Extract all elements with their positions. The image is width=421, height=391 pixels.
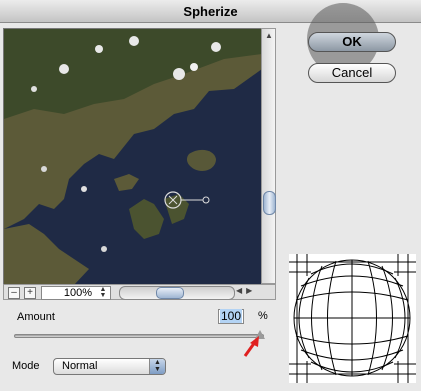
satellite-image <box>4 29 262 285</box>
spherize-grid-icon <box>289 254 416 383</box>
horizontal-scrollbar[interactable] <box>119 286 235 300</box>
red-arrow-icon <box>243 336 259 357</box>
ok-button[interactable]: OK <box>308 32 396 52</box>
amount-label: Amount <box>17 311 55 323</box>
spherize-grid-preview <box>289 254 416 383</box>
image-preview[interactable] <box>3 28 263 286</box>
horizontal-scroll-thumb[interactable] <box>156 287 184 299</box>
scroll-up-icon[interactable]: ▲ <box>265 31 273 40</box>
mode-select[interactable]: Normal ▲ ▼ <box>53 358 166 375</box>
scroll-arrow-icon[interactable]: ◀▶ <box>236 286 256 295</box>
cancel-button[interactable]: Cancel <box>308 63 396 83</box>
zoom-in-icon[interactable]: + <box>24 287 36 299</box>
vertical-scrollbar[interactable]: ▲ <box>261 28 276 284</box>
amount-field[interactable]: 100 <box>218 309 244 324</box>
select-stepper-icon[interactable]: ▲ ▼ <box>149 359 165 374</box>
amount-value: 100 <box>219 309 243 323</box>
zoom-out-icon[interactable]: – <box>8 287 20 299</box>
preview-toolbar: – + 100% ▲ ▼ ◀▶ <box>3 284 276 300</box>
vertical-scroll-thumb[interactable] <box>263 191 276 215</box>
zoom-value: 100% <box>63 287 92 299</box>
amount-unit: % <box>258 310 268 322</box>
mode-value: Normal <box>62 360 98 372</box>
amount-slider-track[interactable] <box>14 334 264 338</box>
zoom-select[interactable]: 100% ▲ ▼ <box>41 286 111 300</box>
mode-label: Mode <box>12 360 40 372</box>
stepper-icon[interactable]: ▲ ▼ <box>97 286 109 299</box>
